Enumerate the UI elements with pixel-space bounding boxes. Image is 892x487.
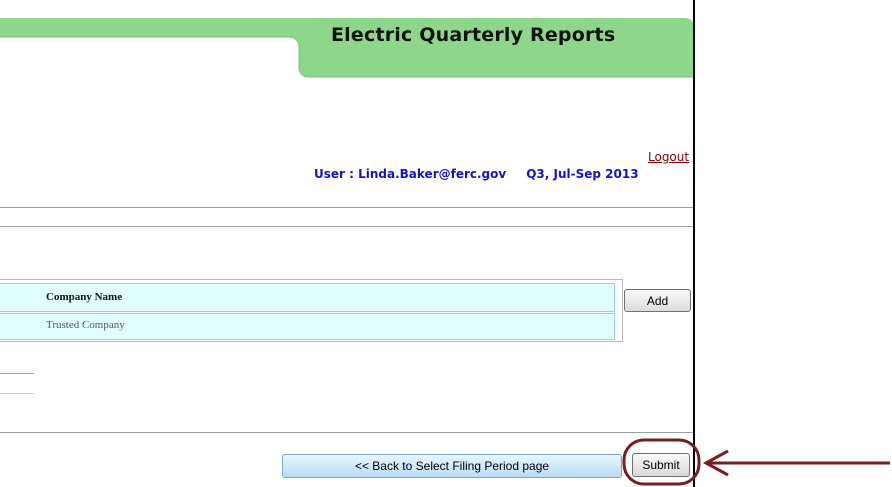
arrow-left-icon — [702, 449, 890, 477]
filing-period-label: Q3, Jul-Sep 2013 — [526, 167, 639, 181]
user-info: User : Linda.Baker@ferc.gov Q3, Jul-Sep 2… — [314, 167, 639, 181]
submit-button[interactable]: Submit — [632, 453, 690, 477]
column-header-company-name: Company Name — [46, 291, 123, 303]
add-button[interactable]: Add — [624, 289, 691, 312]
divider — [0, 207, 693, 208]
companies-table-body: Company Name Trusted Company — [0, 283, 615, 340]
user-label: User : Linda.Baker@ferc.gov — [314, 167, 507, 181]
logout-link[interactable]: Logout — [648, 150, 689, 164]
companies-table: Company Name Trusted Company — [0, 279, 623, 342]
short-divider — [0, 373, 34, 374]
divider — [0, 226, 693, 227]
short-divider — [0, 393, 34, 394]
table-row[interactable]: Trusted Company — [0, 313, 615, 340]
divider — [0, 432, 693, 433]
table-header-row: Company Name — [0, 283, 615, 312]
app-title: Electric Quarterly Reports — [331, 24, 616, 46]
frame-right-border — [693, 0, 695, 487]
table-cell-company-name: Trusted Company — [46, 319, 125, 331]
back-to-filing-period-button[interactable]: << Back to Select Filing Period page — [282, 454, 622, 478]
